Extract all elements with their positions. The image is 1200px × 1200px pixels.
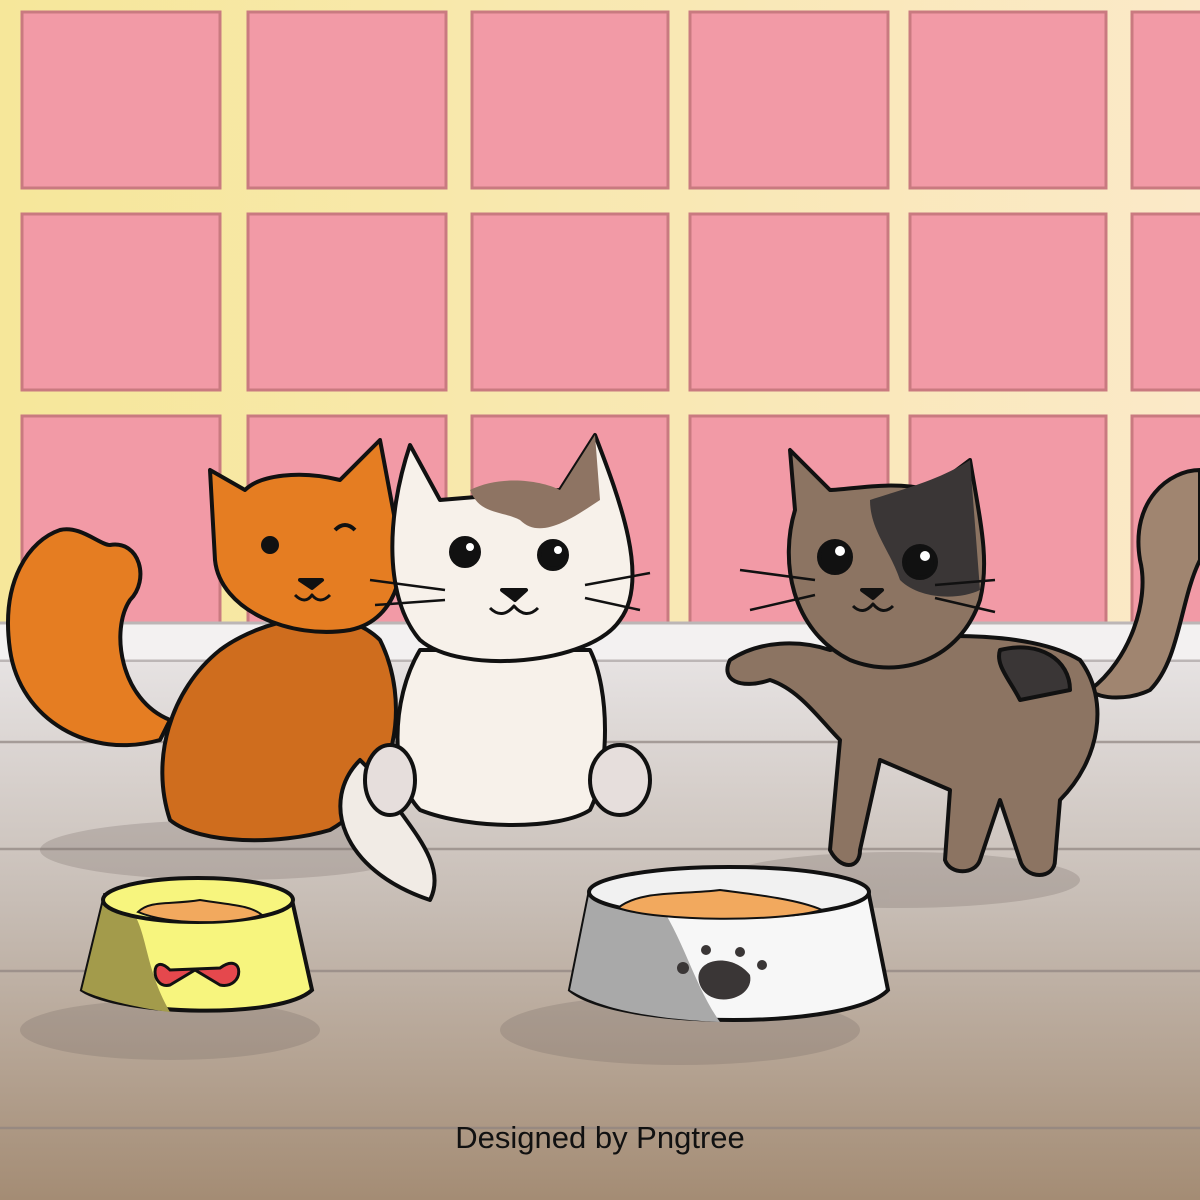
wall-tile (20, 10, 222, 190)
wall-tile (688, 212, 890, 392)
wall-tile (1130, 10, 1200, 190)
wall-tile (470, 212, 670, 392)
wall-tile (470, 10, 670, 190)
wall-tile (20, 212, 222, 392)
illustration (0, 0, 1200, 1200)
wall-tile (908, 212, 1108, 392)
wall-tile (246, 212, 448, 392)
wall-tile (246, 10, 448, 190)
yellow-bowl (79, 876, 315, 1013)
wall-tile (908, 10, 1108, 190)
gray-bowl (567, 865, 891, 1022)
watermark-credit: Designed by Pngtree (455, 1120, 745, 1155)
wall-tile (1130, 212, 1200, 392)
wall-tile (688, 10, 890, 190)
